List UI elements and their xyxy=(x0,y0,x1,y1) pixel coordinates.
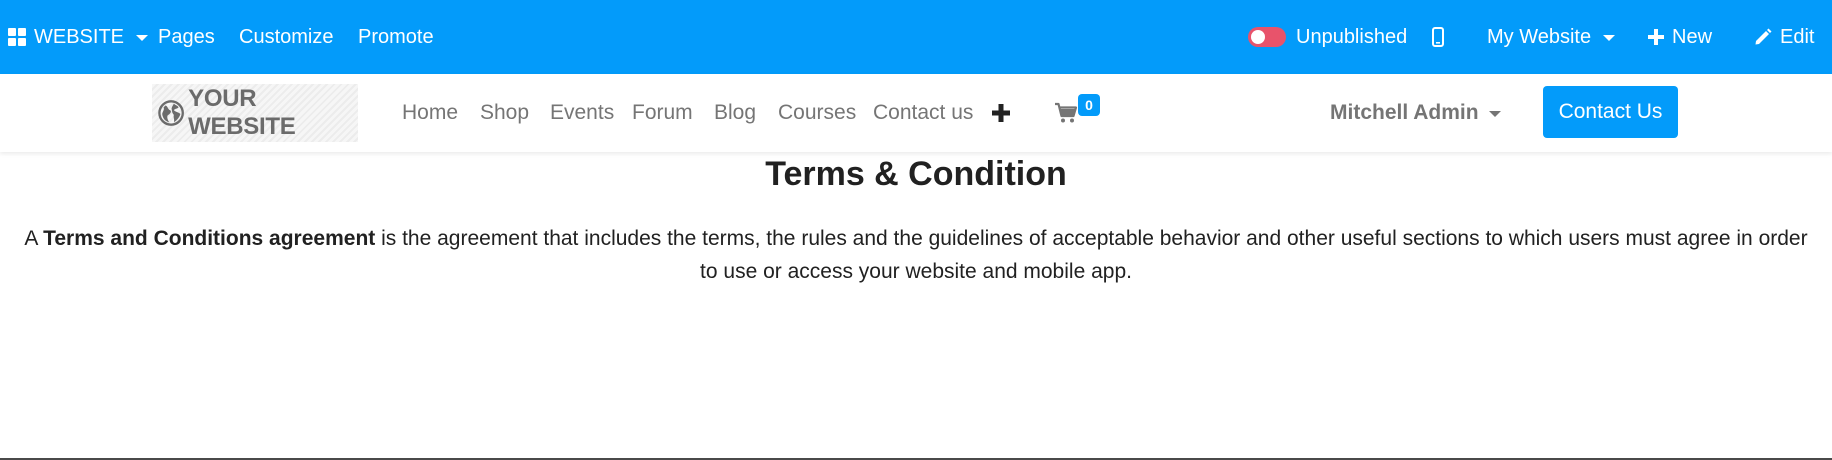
nav-link-shop[interactable]: Shop xyxy=(480,74,529,152)
pages-menu-label: Pages xyxy=(158,25,215,48)
user-menu-button[interactable]: Mitchell Admin xyxy=(1330,74,1501,152)
admin-navbar: WEBSITE Pages Customize Promote Unpublis… xyxy=(0,0,1832,74)
terms-bold-text: Terms and Conditions agreement xyxy=(43,227,376,250)
terms-body-text: is the agreement that includes the terms… xyxy=(375,227,1808,283)
page-title: Terms & Condition xyxy=(765,155,1067,193)
pencil-icon xyxy=(1755,28,1772,45)
nav-link-events[interactable]: Events xyxy=(550,74,614,152)
shopping-cart-icon xyxy=(1055,102,1078,123)
publish-status-label: Unpublished xyxy=(1296,25,1408,48)
nav-link-contact-us[interactable]: Contact us xyxy=(873,74,973,152)
mobile-preview-button[interactable] xyxy=(1432,0,1444,74)
site-logo[interactable]: YOUR WEBSITE xyxy=(152,84,358,142)
publish-switch[interactable] xyxy=(1248,27,1286,47)
edit-label: Edit xyxy=(1780,25,1815,48)
cart-count-badge: 0 xyxy=(1078,94,1100,116)
pages-menu-button[interactable]: Pages xyxy=(158,0,215,74)
plus-icon xyxy=(992,104,1010,122)
cart-button[interactable]: 0 xyxy=(1054,74,1100,152)
customize-menu-button[interactable]: Customize xyxy=(239,0,333,74)
new-label: New xyxy=(1672,25,1713,48)
terms-description: A Terms and Conditions agreement is the … xyxy=(14,222,1818,288)
terms-lead-text: A xyxy=(24,227,44,250)
apps-grid-icon xyxy=(8,28,26,46)
nav-link-blog[interactable]: Blog xyxy=(714,74,756,152)
add-menu-item-button[interactable] xyxy=(992,74,1010,152)
chevron-down-icon xyxy=(1488,111,1501,117)
globe-icon xyxy=(158,100,184,126)
nav-link-courses[interactable]: Courses xyxy=(778,74,856,152)
promote-menu-button[interactable]: Promote xyxy=(358,0,434,74)
website-header: YOUR WEBSITE Home Shop Events Forum Blog… xyxy=(0,74,1832,152)
nav-link-forum[interactable]: Forum xyxy=(632,74,693,152)
website-switcher-label: My Website xyxy=(1487,25,1592,48)
chevron-down-icon xyxy=(136,35,149,41)
app-menu-button[interactable]: WEBSITE xyxy=(8,0,149,74)
nav-link-home[interactable]: Home xyxy=(402,74,458,152)
mobile-phone-icon xyxy=(1432,27,1444,47)
website-switcher-button[interactable]: My Website xyxy=(1487,0,1616,74)
contact-us-button[interactable]: Contact Us xyxy=(1543,86,1678,138)
chevron-down-icon xyxy=(1603,35,1616,41)
customize-menu-label: Customize xyxy=(239,25,334,48)
user-name: Mitchell Admin xyxy=(1330,101,1479,124)
publish-toggle[interactable]: Unpublished xyxy=(1248,0,1407,74)
logo-text: YOUR WEBSITE xyxy=(188,85,296,140)
new-content-button[interactable]: New xyxy=(1648,0,1712,74)
app-menu-label: WEBSITE xyxy=(34,25,125,48)
edit-button[interactable]: Edit xyxy=(1754,0,1814,74)
plus-icon xyxy=(1648,29,1664,45)
promote-menu-label: Promote xyxy=(358,25,434,48)
